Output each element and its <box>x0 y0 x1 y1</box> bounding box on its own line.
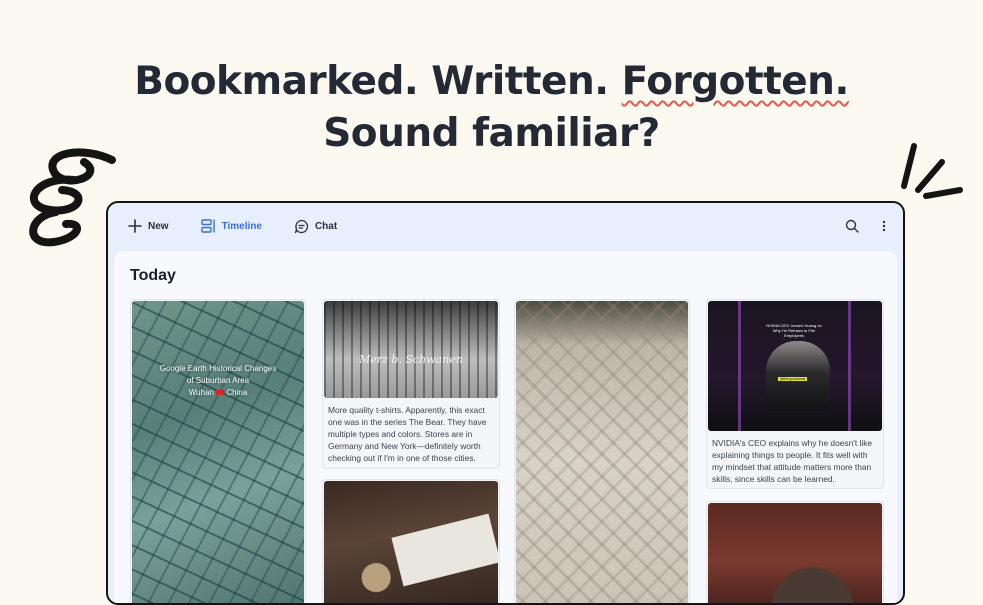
plus-icon <box>128 219 142 233</box>
toolbar-actions <box>845 219 887 233</box>
map-overlay-text: Google Earth Historical Changes of Subur… <box>159 364 277 397</box>
card-portrait-photo[interactable] <box>706 501 884 603</box>
hero-heading: Bookmarked. Written. Forgotten. Sound fa… <box>0 56 983 160</box>
card-tshirt-note[interactable]: Merz b. Schwanen More quality t-shirts. … <box>322 299 500 469</box>
search-icon[interactable] <box>845 219 859 233</box>
section-title-today: Today <box>130 267 176 284</box>
tab-chat-label: Chat <box>314 220 338 232</box>
hero-line-1: Bookmarked. Written. Forgotten. <box>0 56 983 108</box>
chat-bubble-icon <box>294 219 309 233</box>
new-button-label: New <box>148 220 169 232</box>
card-floor-photo[interactable] <box>514 299 690 603</box>
timeline-panel: Today Google Earth Historical Changes of… <box>114 251 897 603</box>
desk-supplies-image <box>324 481 498 603</box>
toolbar: New Timeline Chat <box>108 203 903 249</box>
card-desk-photo[interactable] <box>322 479 500 603</box>
more-vertical-icon[interactable] <box>881 219 887 233</box>
card-caption: NVIDIA's CEO explains why he doesn't lik… <box>712 438 873 484</box>
speaker-silhouette <box>766 341 830 411</box>
video-title-text: NVIDIA CEO Jensen Huang on Why He Refuse… <box>766 323 822 338</box>
portrait-image <box>708 503 882 603</box>
tab-timeline[interactable]: Timeline <box>200 219 262 233</box>
card-caption: More quality t-shirts. Apparently, this … <box>328 405 487 463</box>
hero-line-1-part-1: Bookmarked. Written. <box>134 59 609 104</box>
app-window: New Timeline Chat Today Google Earth His… <box>106 201 905 605</box>
satellite-map-image: Google Earth Historical Changes of Subur… <box>132 301 304 603</box>
timeline-icon <box>200 219 215 233</box>
card-nvidia-video[interactable]: NVIDIA CEO Jensen Huang on Why He Refuse… <box>706 299 884 489</box>
hero-line-1-forgotten: Forgotten. <box>621 59 850 104</box>
new-button[interactable]: New <box>128 219 169 233</box>
hero-line-2: Sound familiar? <box>323 111 660 156</box>
herringbone-floor-image <box>516 301 688 603</box>
flag-china-icon <box>216 390 225 396</box>
brand-logo-text: Merz b. Schwanen <box>359 353 463 366</box>
nvidia-video-thumbnail: NVIDIA CEO Jensen Huang on Why He Refuse… <box>708 301 882 431</box>
tab-chat[interactable]: Chat <box>294 219 337 234</box>
notebook-shape <box>391 513 498 587</box>
card-satellite-map[interactable]: Google Earth Historical Changes of Subur… <box>130 299 306 603</box>
knitting-machine-image: Merz b. Schwanen <box>324 301 498 398</box>
tab-timeline-label: Timeline <box>221 220 262 232</box>
video-handle-tag: @the.goodnews <box>778 377 808 381</box>
spark-lines-doodle-icon <box>901 143 963 199</box>
